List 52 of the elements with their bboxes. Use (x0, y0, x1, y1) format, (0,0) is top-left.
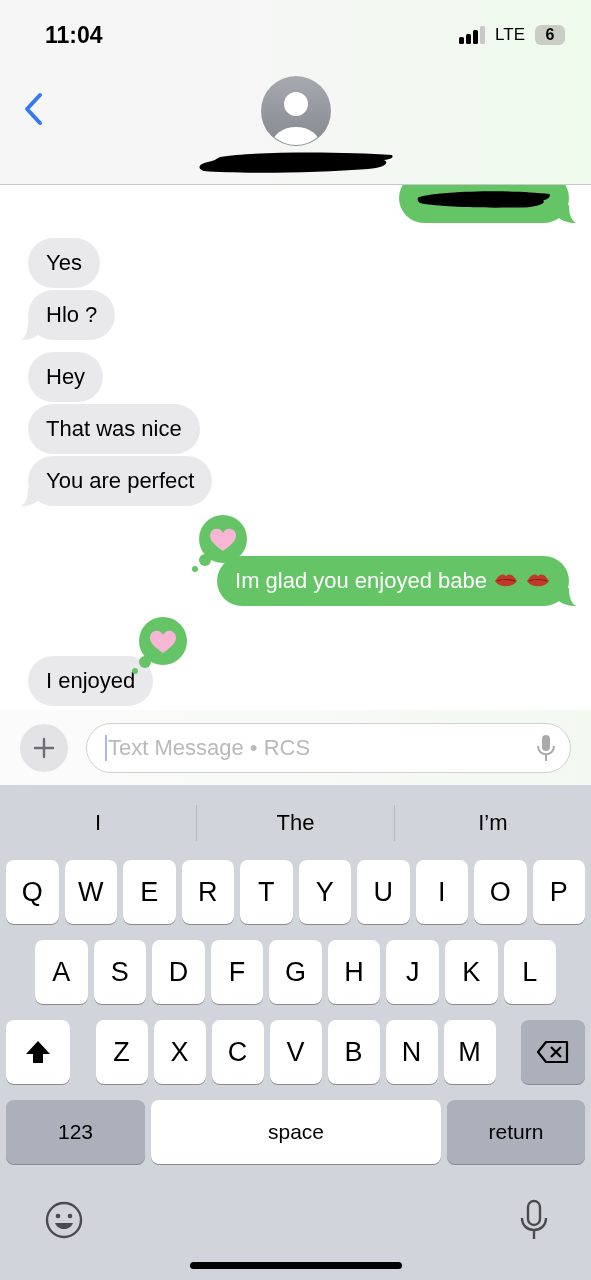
suggestion[interactable]: The (197, 808, 394, 837)
key[interactable]: L (503, 940, 557, 1004)
back-icon[interactable] (22, 92, 44, 126)
message-bubble: Hlo ? (28, 290, 116, 340)
key[interactable]: R (181, 860, 234, 924)
key[interactable]: G (269, 940, 322, 1004)
key[interactable]: I (415, 860, 468, 924)
delete-key[interactable] (521, 1020, 585, 1084)
key[interactable]: C (211, 1020, 264, 1084)
message-bubble: Hey (28, 352, 104, 402)
microphone-icon[interactable] (519, 1199, 549, 1241)
shift-key[interactable] (6, 1020, 70, 1084)
space-key[interactable]: space (151, 1100, 441, 1164)
message-bubble: Im glad you enjoyed babe (217, 556, 569, 606)
numbers-key[interactable]: 123 (6, 1100, 145, 1164)
key[interactable]: J (386, 940, 439, 1004)
key[interactable]: Q (6, 860, 59, 924)
status-time: 11:04 (45, 21, 103, 49)
key[interactable]: U (357, 860, 410, 924)
network-label: LTE (495, 25, 525, 45)
key[interactable]: K (444, 940, 498, 1004)
message-bubble: I enjoyed (28, 656, 154, 706)
suggestion[interactable]: I (0, 808, 197, 837)
emoji-icon[interactable] (44, 1200, 84, 1240)
return-key[interactable]: return (447, 1100, 585, 1164)
key[interactable]: M (443, 1020, 496, 1084)
message-bubble: That was nice (28, 404, 200, 454)
key[interactable]: Y (298, 860, 351, 924)
key[interactable]: E (123, 860, 176, 924)
text-cursor (105, 734, 107, 761)
key[interactable]: F (210, 940, 264, 1004)
suggestion[interactable]: I’m (394, 808, 591, 837)
key[interactable]: H (327, 940, 381, 1004)
key[interactable]: S (93, 940, 147, 1004)
delete-icon (536, 1038, 570, 1066)
key[interactable]: W (64, 860, 117, 924)
key[interactable]: D (152, 940, 205, 1004)
plus-icon (33, 736, 55, 759)
message-field[interactable]: Text Message • RCS (86, 722, 571, 773)
message-bubble: You are perfect (28, 456, 213, 506)
key[interactable]: A (35, 940, 88, 1004)
key[interactable]: N (385, 1020, 438, 1084)
key[interactable]: T (240, 860, 293, 924)
battery-level: 6 (535, 25, 565, 45)
key[interactable]: Z (95, 1020, 148, 1084)
key[interactable]: P (532, 860, 585, 924)
key[interactable]: V (269, 1020, 322, 1084)
add-button[interactable] (20, 723, 68, 772)
message-bubble: Yes (28, 238, 100, 288)
key[interactable]: O (474, 860, 527, 924)
key[interactable]: B (327, 1020, 380, 1084)
key[interactable]: X (153, 1020, 206, 1084)
